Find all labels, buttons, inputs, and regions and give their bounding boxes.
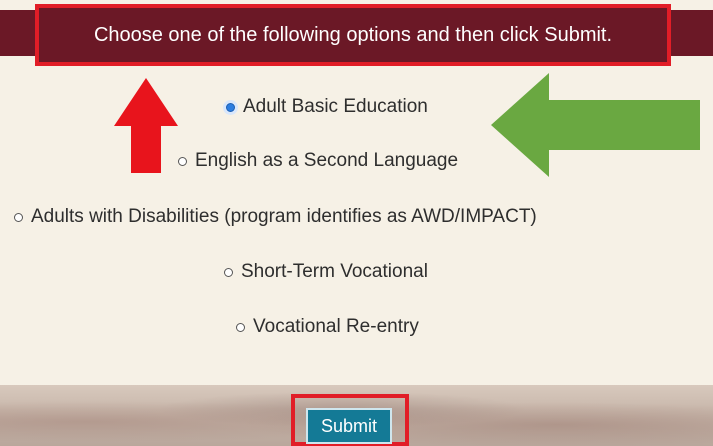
green-left-arrow-icon — [491, 73, 700, 177]
annotation-overlay — [114, 73, 700, 177]
red-up-arrow-icon — [114, 78, 178, 173]
submit-button[interactable]: Submit — [306, 408, 392, 444]
